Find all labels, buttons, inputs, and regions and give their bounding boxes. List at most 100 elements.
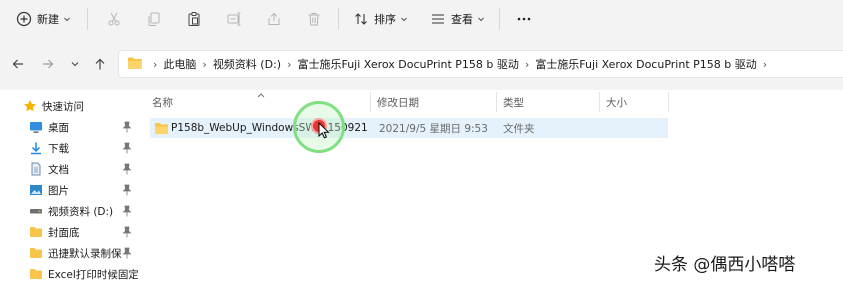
more-options-button[interactable] xyxy=(512,4,536,34)
sidebar-item-documents[interactable]: 文档 xyxy=(0,159,140,179)
paste-button[interactable] xyxy=(182,4,206,34)
rename-button[interactable] xyxy=(222,4,246,34)
navigation-bar: › 此电脑 › 视频资料 (D:) › 富士施乐Fuji Xerox DocuP… xyxy=(0,38,843,90)
document-icon xyxy=(29,162,43,176)
copy-button[interactable] xyxy=(142,4,166,34)
sidebar-item-label: 迅捷默认录制保 xyxy=(48,247,122,260)
chevron-down-icon xyxy=(63,15,71,23)
pin-icon xyxy=(122,226,132,241)
watermark-text: 头条 @偶西小嗒嗒 xyxy=(654,255,796,275)
breadcrumb-this-pc[interactable]: 此电脑 xyxy=(163,56,196,72)
share-button[interactable] xyxy=(262,4,286,34)
drive-icon xyxy=(29,204,43,218)
column-header-size[interactable]: 大小 xyxy=(600,90,668,114)
more-dots-icon xyxy=(516,11,532,27)
sort-arrows-icon xyxy=(353,11,369,27)
delete-button[interactable] xyxy=(302,4,326,34)
column-divider[interactable] xyxy=(668,92,669,112)
chevron-down-icon xyxy=(70,59,80,72)
list-view-icon xyxy=(430,11,446,27)
arrow-up-icon xyxy=(93,57,107,74)
column-header-label: 修改日期 xyxy=(377,96,419,109)
column-header-type[interactable]: 类型 xyxy=(497,90,599,114)
breadcrumb-chevron-icon[interactable]: › xyxy=(525,58,529,71)
back-button[interactable] xyxy=(10,57,26,73)
folder-icon xyxy=(29,246,43,260)
table-row[interactable]: P158b_WebUp_WindowsSW_1150921 2021/9/5 星… xyxy=(150,118,668,138)
toolbar-separator xyxy=(499,8,500,30)
sidebar-item-pictures[interactable]: 图片 xyxy=(0,180,140,200)
cut-button[interactable] xyxy=(102,4,126,34)
sidebar-item-label: 下载 xyxy=(48,142,69,155)
folder-icon xyxy=(29,225,43,239)
breadcrumb-chevron-icon[interactable]: › xyxy=(763,58,767,71)
new-button[interactable]: 新建 xyxy=(12,4,75,34)
toolbar-separator xyxy=(338,8,339,30)
sidebar-item-label: 文档 xyxy=(48,163,69,176)
sidebar-item-recording-folder[interactable]: 迅捷默认录制保 xyxy=(0,243,140,263)
download-icon xyxy=(29,141,43,155)
sidebar-item-cover-folder[interactable]: 封面底 xyxy=(0,222,140,242)
file-modified: 2021/9/5 星期日 9:53 xyxy=(379,122,488,135)
share-icon xyxy=(266,11,282,27)
sidebar-item-downloads[interactable]: 下载 xyxy=(0,138,140,158)
rename-icon xyxy=(226,11,242,27)
up-button[interactable] xyxy=(92,57,108,73)
navigation-pane: 快速访问 桌面 下载 文档 图片 视频资料 (D:) 封面底 迅捷默认录制保 E… xyxy=(0,90,140,283)
command-bar: 新建 排序 查看 xyxy=(0,0,843,38)
chevron-down-icon xyxy=(477,15,485,23)
sort-ascending-icon xyxy=(256,89,266,102)
star-icon xyxy=(23,99,37,113)
breadcrumb-chevron-icon[interactable]: › xyxy=(202,58,206,71)
sidebar-item-label: 封面底 xyxy=(48,226,80,239)
sidebar-item-label: 图片 xyxy=(48,184,69,197)
clipboard-icon xyxy=(186,11,202,27)
sort-button[interactable]: 排序 xyxy=(349,4,412,34)
forward-button[interactable] xyxy=(40,57,56,73)
sidebar-item-label: 桌面 xyxy=(48,121,69,134)
arrow-right-icon xyxy=(41,57,55,74)
sidebar-item-label: 视频资料 (D:) xyxy=(48,205,114,218)
pin-icon xyxy=(122,184,132,199)
view-button[interactable]: 查看 xyxy=(426,4,489,34)
column-header-label: 名称 xyxy=(152,96,173,109)
file-type: 文件夹 xyxy=(503,122,535,135)
breadcrumb-chevron-icon: › xyxy=(153,57,158,71)
desktop-icon xyxy=(29,120,43,134)
pin-icon xyxy=(122,247,132,262)
sidebar-item-desktop[interactable]: 桌面 xyxy=(0,117,140,137)
picture-icon xyxy=(29,183,43,197)
folder-icon xyxy=(154,118,169,138)
pin-icon xyxy=(122,205,132,220)
breadcrumb-drive-d[interactable]: 视频资料 (D:) xyxy=(213,56,281,72)
folder-icon xyxy=(127,56,143,73)
breadcrumb-driver-folder[interactable]: 富士施乐Fuji Xerox DocuPrint P158 b 驱动 xyxy=(297,56,518,72)
arrow-left-icon xyxy=(11,57,25,74)
sidebar-item-quick-access[interactable]: 快速访问 xyxy=(0,96,140,116)
pin-icon xyxy=(122,163,132,178)
sidebar-item-excel-folder[interactable]: Excel打印时候固定 xyxy=(0,264,140,283)
sidebar-item-drive-d[interactable]: 视频资料 (D:) xyxy=(0,201,140,221)
breadcrumb-chevron-icon[interactable]: › xyxy=(287,58,291,71)
sidebar-item-label: Excel打印时候固定 xyxy=(48,268,138,281)
column-header-label: 大小 xyxy=(606,96,627,109)
chevron-down-icon xyxy=(400,15,408,23)
copy-icon xyxy=(146,11,162,27)
toolbar-separator xyxy=(87,8,88,30)
trash-icon xyxy=(306,11,322,27)
breadcrumb-driver-subfolder[interactable]: 富士施乐Fuji Xerox DocuPrint P158 b 驱动 xyxy=(535,56,756,72)
mouse-cursor-icon xyxy=(318,121,330,142)
address-bar[interactable]: › 此电脑 › 视频资料 (D:) › 富士施乐Fuji Xerox DocuP… xyxy=(118,50,843,78)
sort-button-label: 排序 xyxy=(374,13,396,26)
sidebar-item-label: 快速访问 xyxy=(42,100,84,113)
folder-icon xyxy=(29,267,43,281)
column-header-label: 类型 xyxy=(503,96,524,109)
scissors-icon xyxy=(106,11,122,27)
column-header-modified[interactable]: 修改日期 xyxy=(371,90,496,114)
new-button-label: 新建 xyxy=(37,13,59,26)
plus-circle-icon xyxy=(16,11,32,27)
pin-icon xyxy=(122,142,132,157)
view-button-label: 查看 xyxy=(451,13,473,26)
recent-locations-button[interactable] xyxy=(67,57,83,73)
pin-icon xyxy=(122,121,132,136)
